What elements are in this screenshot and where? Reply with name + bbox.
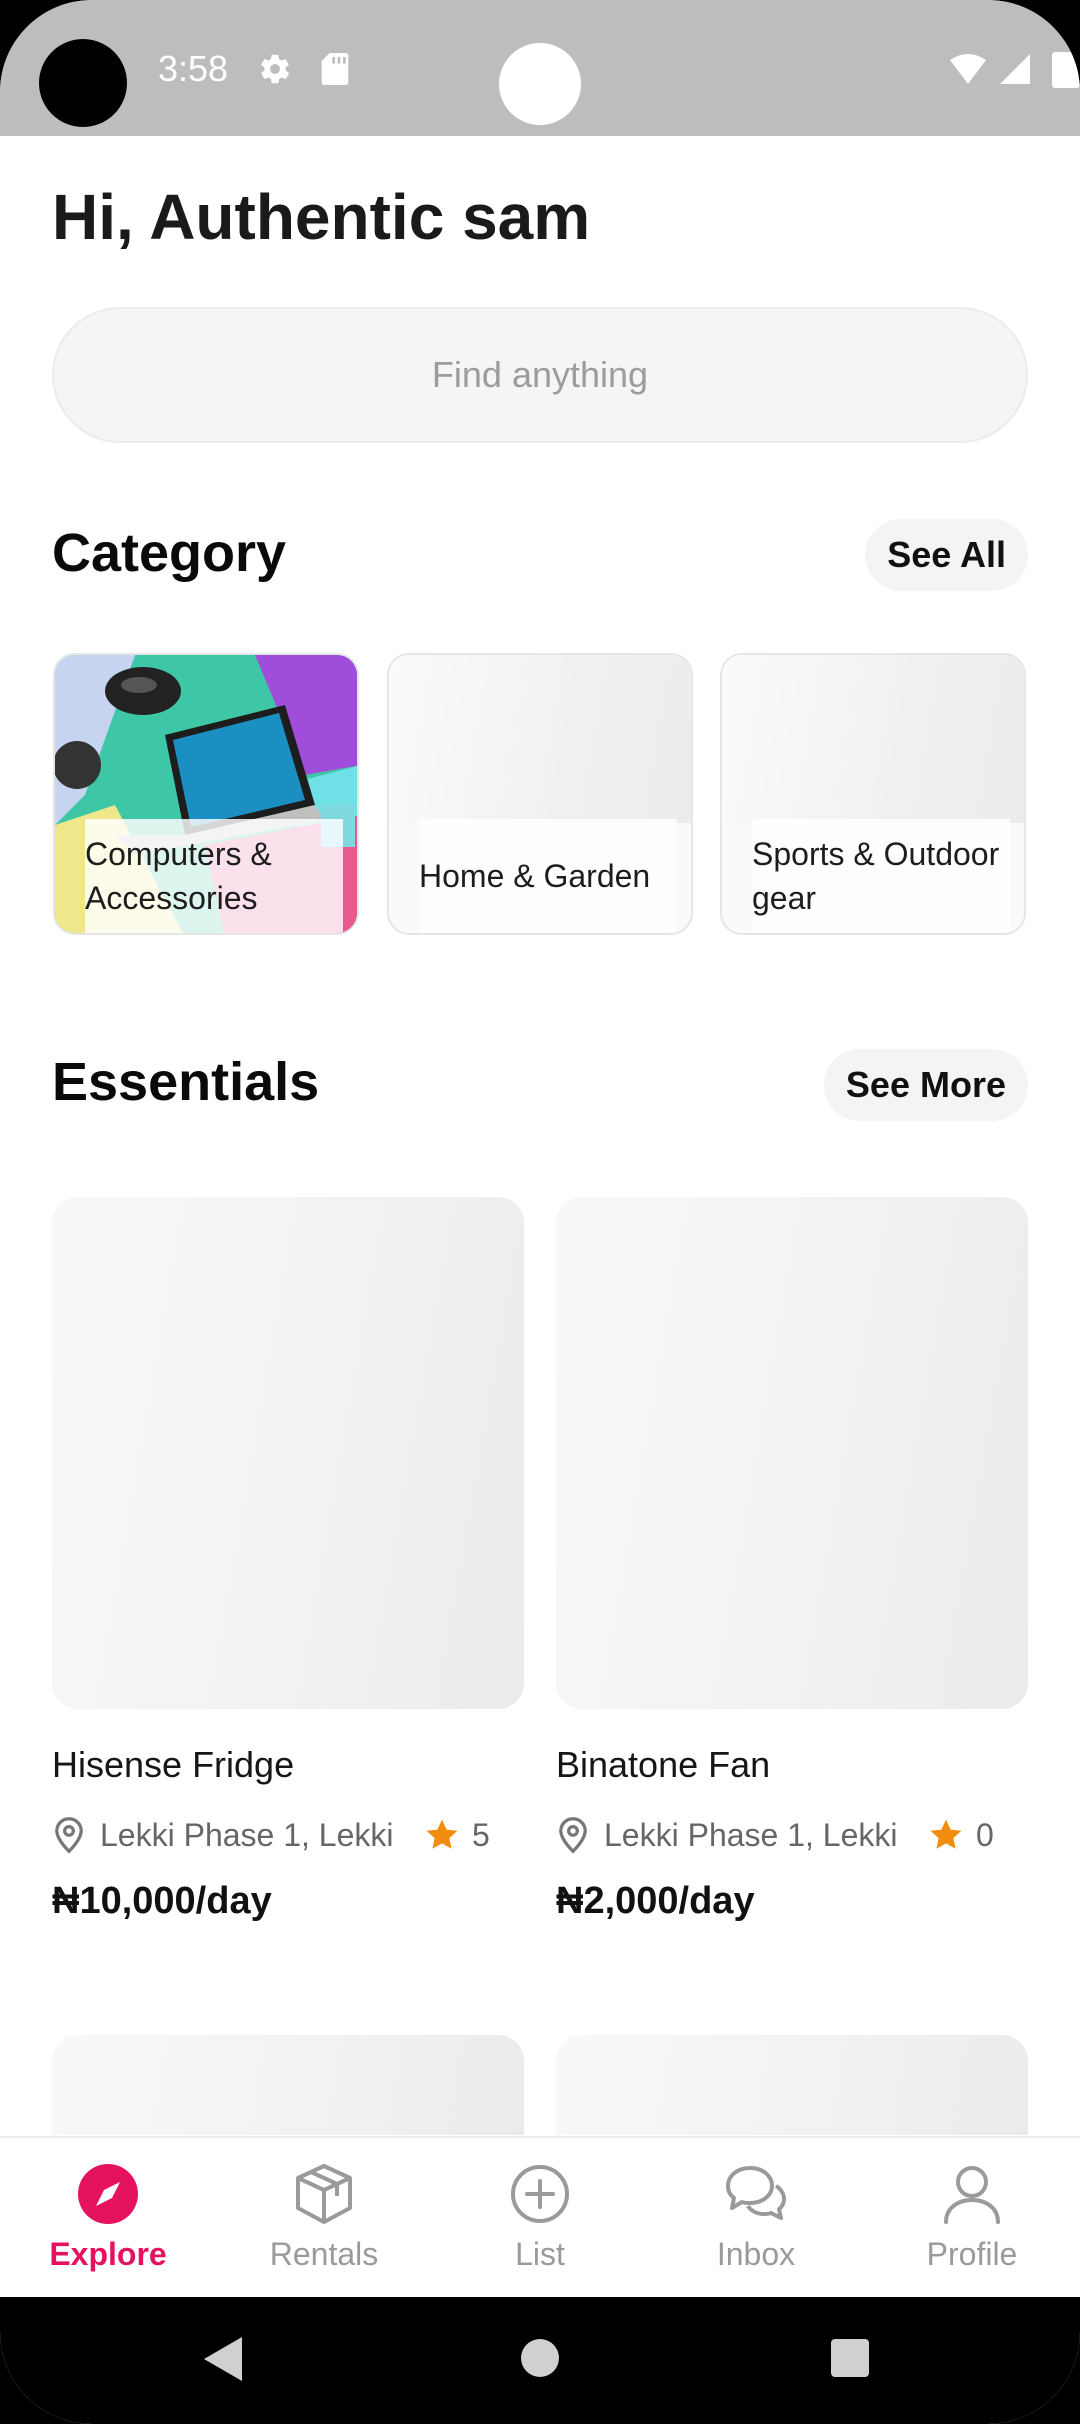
product-price: ₦2,000/day [556, 1880, 755, 1922]
category-image-placeholder [389, 655, 691, 823]
front-camera [499, 43, 581, 125]
status-bar: 3:58 [0, 0, 1080, 136]
nav-label: Explore [49, 2236, 167, 2272]
product-location: Lekki Phase 1, Lekki [100, 1816, 394, 1853]
person-icon [944, 2166, 1000, 2224]
product-location: Lekki Phase 1, Lekki [604, 1816, 898, 1853]
phone-screen: 3:58 Hi, Authentic sam Find anything Cat… [0, 0, 1080, 2424]
home-icon[interactable] [521, 2339, 559, 2377]
nav-label: Inbox [716, 2236, 796, 2272]
status-time: 3:58 [158, 48, 229, 89]
product-image-placeholder[interactable] [556, 2035, 1028, 2135]
nav-label: Rentals [269, 2236, 379, 2272]
product-rating: 5 [472, 1816, 490, 1853]
search-placeholder: Find anything [431, 354, 649, 395]
nav-rentals[interactable]: Rentals [216, 2138, 432, 2299]
nav-label: Profile [926, 2236, 1018, 2272]
product-image-placeholder[interactable] [556, 1197, 1028, 1709]
location-pin-icon [55, 1817, 83, 1854]
category-card-home-garden[interactable]: Home & Garden [387, 653, 693, 935]
product-name[interactable]: Hisense Fridge [52, 1744, 294, 1786]
settings-gear-icon [261, 54, 289, 84]
plus-circle-icon [511, 2165, 569, 2223]
star-icon [930, 1819, 962, 1849]
signal-battery-icons [950, 52, 1080, 88]
product-rating: 0 [976, 1816, 994, 1853]
nav-list[interactable]: List [432, 2138, 648, 2299]
category-label: Home & Garden [419, 819, 677, 933]
bottom-navigation: Explore Rentals List Inbox Profile [0, 2136, 1080, 2297]
back-icon[interactable] [204, 2337, 244, 2381]
product-meta: Lekki Phase 1, Lekki 5 [52, 1812, 490, 1858]
category-card-sports-outdoor[interactable]: Sports & Outdoor gear [720, 653, 1026, 935]
product-image-placeholder[interactable] [52, 2035, 524, 2135]
nav-label: List [515, 2236, 565, 2272]
camera-cutout [39, 39, 127, 127]
box-icon [296, 2164, 352, 2224]
see-more-button[interactable]: See More [823, 1049, 1028, 1121]
chat-bubbles-icon [726, 2166, 786, 2220]
location-pin-icon [559, 1817, 587, 1854]
sd-card-icon [321, 53, 349, 85]
essentials-section-title: Essentials [52, 1052, 320, 1112]
search-input[interactable]: Find anything [52, 307, 1028, 443]
product-meta: Lekki Phase 1, Lekki 0 [556, 1812, 994, 1858]
category-section-title: Category [52, 523, 287, 583]
nav-profile[interactable]: Profile [864, 2138, 1080, 2299]
greeting-title: Hi, Authentic sam [52, 181, 591, 253]
category-label: Computers & Accessories [85, 819, 343, 933]
product-name[interactable]: Binatone Fan [556, 1744, 770, 1786]
category-image-placeholder [722, 655, 1024, 823]
system-navigation-bar [0, 2297, 1080, 2424]
product-image-placeholder[interactable] [52, 1197, 524, 1709]
product-price: ₦10,000/day [52, 1880, 272, 1922]
recent-apps-icon[interactable] [831, 2339, 869, 2377]
category-card-computers[interactable]: Computers & Accessories [53, 653, 359, 935]
nav-explore[interactable]: Explore [0, 2138, 216, 2299]
see-all-button[interactable]: See All [865, 519, 1028, 591]
category-label: Sports & Outdoor gear [752, 819, 1010, 933]
compass-icon [78, 2164, 138, 2224]
star-icon [426, 1819, 458, 1849]
nav-inbox[interactable]: Inbox [648, 2138, 864, 2299]
